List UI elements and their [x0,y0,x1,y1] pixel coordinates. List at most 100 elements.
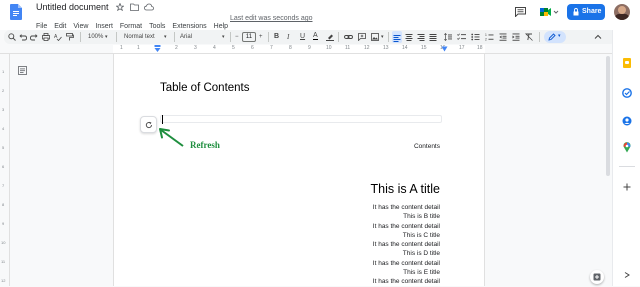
increase-font-size-button[interactable]: + [259,34,263,40]
avatar[interactable] [614,4,630,20]
menu-file[interactable]: File [36,23,47,30]
toolbar-divider [174,32,175,42]
side-panel [612,30,640,286]
zoom-dropdown-icon[interactable]: ▾ [105,34,108,40]
ruler-mark: 18 [477,45,483,51]
checklist-icon[interactable] [457,33,466,41]
italic-icon[interactable]: I [287,33,289,41]
ruler-mark: 12 [364,45,370,51]
content-line: This is B title [403,213,440,221]
ruler-mark: 6 [2,164,5,169]
menu-format[interactable]: Format [120,23,142,30]
clear-formatting-icon[interactable] [525,33,533,41]
document-outline-icon[interactable] [18,66,27,75]
tasks-icon[interactable] [622,88,632,98]
document-page[interactable]: Table of Contents Refresh Contents This … [113,54,485,286]
contacts-icon[interactable] [622,116,632,126]
move-folder-icon[interactable] [130,3,139,11]
vertical-scrollbar[interactable] [606,56,610,176]
horizontal-ruler[interactable]: 1 1 2 3 4 5 6 7 8 9 10 11 12 13 14 15 16… [0,44,612,54]
font-dropdown-icon[interactable]: ▾ [222,34,225,40]
menu-extensions[interactable]: Extensions [172,23,206,30]
hide-side-panel-icon[interactable] [623,272,631,278]
font-size-input[interactable]: 11 [242,32,256,42]
ruler-mark: 12 [1,278,6,283]
star-icon[interactable] [116,3,124,11]
toolbar: A 100% ▾ Normal text ▾ Arial ▾ − 11 + B … [4,30,616,44]
numbered-list-icon[interactable]: 12 [485,33,494,41]
insert-link-icon[interactable] [344,33,353,41]
ruler-mark: 11 [1,259,6,264]
underline-icon[interactable]: U [300,33,305,40]
line-spacing-icon[interactable] [444,33,452,41]
font-select[interactable]: Arial [180,34,192,40]
content-line: This is D title [402,250,440,258]
toc-heading: Table of Contents [160,82,250,94]
ruler-mark: 10 [1,240,6,245]
menu-edit[interactable]: Edit [54,23,66,30]
add-comment-icon[interactable] [358,33,366,41]
table-of-contents-block[interactable] [160,115,442,124]
toolbar-divider [539,32,540,42]
menu-view[interactable]: View [73,23,88,30]
meet-button[interactable] [538,5,560,19]
insert-image-icon[interactable] [371,33,379,41]
zoom-select[interactable]: 100% [88,34,103,40]
share-button[interactable]: Share [567,4,605,20]
ruler-mark: 13 [383,45,389,51]
align-left-button[interactable] [392,31,402,43]
get-add-ons-icon[interactable] [623,183,631,191]
text-color-icon[interactable]: A [313,32,318,40]
ruler-mark: 8 [289,45,292,51]
explore-button[interactable] [590,270,604,284]
meet-icon [540,8,559,16]
refresh-toc-button[interactable] [140,116,157,133]
cloud-status-icon[interactable] [144,3,154,11]
ruler-mark: 1 [137,45,140,51]
decrease-font-size-button[interactable]: − [235,34,239,40]
decrease-indent-icon[interactable] [499,33,507,41]
contents-text: Contents [413,143,440,150]
spellcheck-icon[interactable]: A [54,33,62,41]
style-select[interactable]: Normal text [124,34,155,40]
menu-insert[interactable]: Insert [95,23,113,30]
bulleted-list-icon[interactable] [471,33,480,41]
vertical-ruler[interactable]: 1 2 3 4 5 6 7 8 9 10 11 12 [0,54,10,286]
style-dropdown-icon[interactable]: ▾ [164,34,167,40]
print-icon[interactable] [42,33,50,41]
image-dropdown-icon[interactable]: ▾ [381,34,384,40]
comment-history-icon[interactable] [515,7,526,17]
paint-format-icon[interactable] [66,33,74,41]
undo-icon[interactable] [19,33,27,41]
docs-logo-icon[interactable] [10,4,22,20]
editing-mode-dropdown-icon: ▾ [558,33,561,39]
right-indent-marker-icon[interactable] [441,46,448,52]
toolbar-divider [230,32,231,42]
align-center-icon[interactable] [405,33,413,41]
increase-indent-icon[interactable] [512,33,520,41]
ruler-mark: 1 [120,45,123,51]
keep-icon[interactable] [622,58,632,68]
maps-icon[interactable] [623,142,631,153]
content-line: This is E title [403,269,440,277]
search-menus-icon[interactable] [8,33,16,41]
editing-mode-button[interactable]: ▾ [544,31,566,43]
toolbar-divider [338,32,339,42]
menu-tools[interactable]: Tools [149,23,165,30]
content-line: It has the content detail [372,278,440,286]
last-edit-link[interactable]: Last edit was seconds ago [230,15,313,22]
content-line: It has the content detail [372,204,440,211]
document-title[interactable]: Untitled document [36,2,109,12]
highlight-icon[interactable] [326,33,334,41]
indent-marker-icon[interactable] [154,45,161,53]
align-right-icon[interactable] [417,33,425,41]
menu-help[interactable]: Help [214,23,228,30]
hide-menus-icon[interactable] [594,33,602,41]
ruler-mark: 4 [2,126,5,131]
content-list: It has the content detail This is B titl… [240,203,440,287]
redo-icon[interactable] [30,33,38,41]
justify-icon[interactable] [429,33,437,41]
ruler-mark: 4 [213,45,216,51]
toolbar-divider [268,32,269,42]
bold-icon[interactable]: B [274,33,279,40]
